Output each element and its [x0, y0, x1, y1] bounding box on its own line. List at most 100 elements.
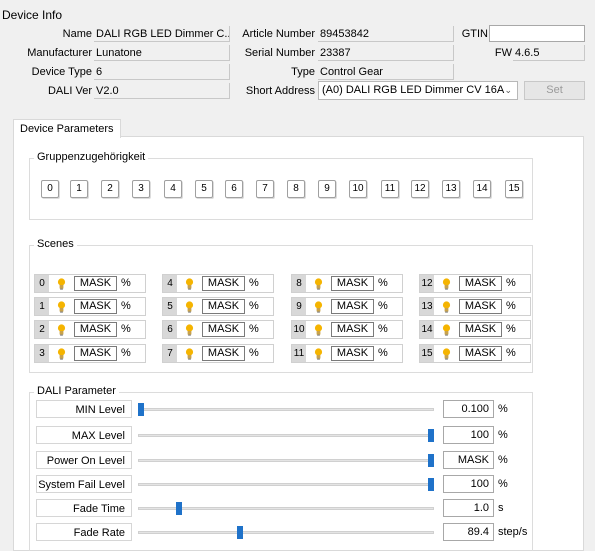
scenes-title: Scenes — [34, 238, 77, 250]
type-field[interactable]: Control Gear — [318, 64, 454, 80]
scene-number: 3 — [35, 345, 49, 362]
scene-level-input[interactable]: MASK — [74, 276, 117, 291]
manufacturer-field[interactable]: Lunatone — [94, 45, 230, 61]
scene-level-input[interactable]: MASK — [202, 299, 245, 314]
group-checkbox-4[interactable]: 4 — [164, 180, 182, 198]
system-fail-level-slider-track[interactable] — [138, 483, 434, 486]
name-field[interactable]: DALI RGB LED Dimmer C... — [94, 26, 230, 42]
group-checkbox-15[interactable]: 15 — [505, 180, 523, 198]
group-checkbox-6[interactable]: 6 — [225, 180, 243, 198]
scene-level-input[interactable]: MASK — [459, 299, 502, 314]
scene-row-1: 1 MASK% — [34, 297, 146, 316]
power-on-level-value-input[interactable]: MASK — [443, 451, 494, 469]
power-on-level-slider-track[interactable] — [138, 459, 434, 462]
scene-row-0: 0 MASK% — [34, 274, 146, 293]
group-checkbox-3[interactable]: 3 — [132, 180, 150, 198]
scene-row-12: 12 MASK% — [419, 274, 531, 293]
max-level-slider-track[interactable] — [138, 434, 434, 437]
scene-level-input[interactable]: MASK — [459, 276, 502, 291]
article-number-field[interactable]: 89453842 — [318, 26, 454, 42]
scene-level-input[interactable]: MASK — [74, 322, 117, 337]
device-type-label: Device Type — [31, 66, 92, 78]
fade-time-value-input[interactable]: 1.0 — [443, 499, 494, 517]
set-button[interactable]: Set — [524, 81, 585, 100]
max-level-slider-thumb[interactable] — [428, 429, 434, 442]
scene-level-input[interactable]: MASK — [202, 276, 245, 291]
scene-row-3: 3 MASK% — [34, 344, 146, 363]
fade-rate-label: Fade Rate — [36, 523, 132, 541]
min-level-slider-track[interactable] — [138, 408, 434, 411]
scene-unit: % — [506, 277, 516, 289]
light-bulb-icon — [57, 278, 66, 290]
scene-level-input[interactable]: MASK — [331, 346, 374, 361]
light-bulb-icon — [185, 301, 194, 313]
tab-device-parameters[interactable]: Device Parameters — [13, 119, 121, 138]
dali-ver-field[interactable]: V2.0 — [94, 83, 230, 99]
scene-row-2: 2 MASK% — [34, 320, 146, 339]
device-type-field[interactable]: 6 — [94, 64, 230, 80]
fw-label: FW — [494, 47, 512, 59]
short-address-label: Short Address — [245, 85, 315, 97]
gtin-field[interactable] — [489, 25, 585, 42]
light-bulb-icon — [185, 324, 194, 336]
max-level-value-input[interactable]: 100 — [443, 426, 494, 444]
group-checkbox-10[interactable]: 10 — [349, 180, 367, 198]
short-address-dropdown[interactable]: (A0) DALI RGB LED Dimmer CV 16A ⌄ — [318, 81, 518, 100]
group-checkbox-12[interactable]: 12 — [411, 180, 429, 198]
scene-level-input[interactable]: MASK — [331, 276, 374, 291]
min-level-unit: % — [498, 403, 508, 415]
fade-rate-slider-thumb[interactable] — [237, 526, 243, 539]
group-checkbox-1[interactable]: 1 — [70, 180, 88, 198]
fade-rate-value-input[interactable]: 89.4 — [443, 523, 494, 541]
system-fail-level-label: System Fail Level — [36, 475, 132, 493]
system-fail-level-slider-thumb[interactable] — [428, 478, 434, 491]
group-checkbox-11[interactable]: 11 — [381, 180, 399, 198]
group-checkbox-14[interactable]: 14 — [473, 180, 491, 198]
scene-level-input[interactable]: MASK — [74, 299, 117, 314]
group-checkbox-0[interactable]: 0 — [41, 180, 59, 198]
scene-unit: % — [249, 323, 259, 335]
light-bulb-icon — [314, 348, 323, 360]
fade-time-slider-track[interactable] — [138, 507, 434, 510]
group-checkbox-5[interactable]: 5 — [195, 180, 213, 198]
min-level-value-input[interactable]: 0.100 — [443, 400, 494, 418]
scene-level-input[interactable]: MASK — [459, 322, 502, 337]
scene-level-input[interactable]: MASK — [74, 346, 117, 361]
scene-number: 15 — [420, 345, 434, 362]
gtin-label: GTIN — [461, 28, 488, 40]
system-fail-level-value-input[interactable]: 100 — [443, 475, 494, 493]
scene-unit: % — [378, 300, 388, 312]
scene-level-input[interactable]: MASK — [331, 322, 374, 337]
fade-time-label: Fade Time — [36, 499, 132, 517]
fade-time-slider-thumb[interactable] — [176, 502, 182, 515]
name-label: Name — [62, 28, 92, 40]
scene-level-input[interactable]: MASK — [202, 322, 245, 337]
group-checkbox-2[interactable]: 2 — [101, 180, 119, 198]
scene-row-6: 6 MASK% — [162, 320, 274, 339]
min-level-label: MIN Level — [36, 400, 132, 418]
group-checkbox-7[interactable]: 7 — [256, 180, 274, 198]
power-on-level-slider-thumb[interactable] — [428, 454, 434, 467]
group-checkbox-8[interactable]: 8 — [287, 180, 305, 198]
dali-ver-label: DALI Ver — [47, 85, 92, 97]
scene-level-input[interactable]: MASK — [459, 346, 502, 361]
scene-unit: % — [249, 347, 259, 359]
light-bulb-icon — [185, 278, 194, 290]
min-level-slider-thumb[interactable] — [138, 403, 144, 416]
scene-level-input[interactable]: MASK — [331, 299, 374, 314]
group-checkbox-9[interactable]: 9 — [318, 180, 336, 198]
scene-unit: % — [506, 323, 516, 335]
scene-unit: % — [249, 300, 259, 312]
scene-unit: % — [378, 277, 388, 289]
scene-number: 5 — [163, 298, 177, 315]
fade-rate-slider-track[interactable] — [138, 531, 434, 534]
fade-rate-unit: step/s — [498, 526, 528, 538]
scene-level-input[interactable]: MASK — [202, 346, 245, 361]
chevron-down-icon: ⌄ — [504, 85, 512, 95]
group-membership-title: Gruppenzugehörigkeit — [34, 151, 149, 163]
group-checkbox-13[interactable]: 13 — [442, 180, 460, 198]
serial-number-field[interactable]: 23387 — [318, 45, 454, 61]
scene-number: 0 — [35, 275, 49, 292]
fw-field[interactable]: 4.6.5 — [513, 45, 585, 61]
fade-time-unit: s — [498, 502, 504, 514]
